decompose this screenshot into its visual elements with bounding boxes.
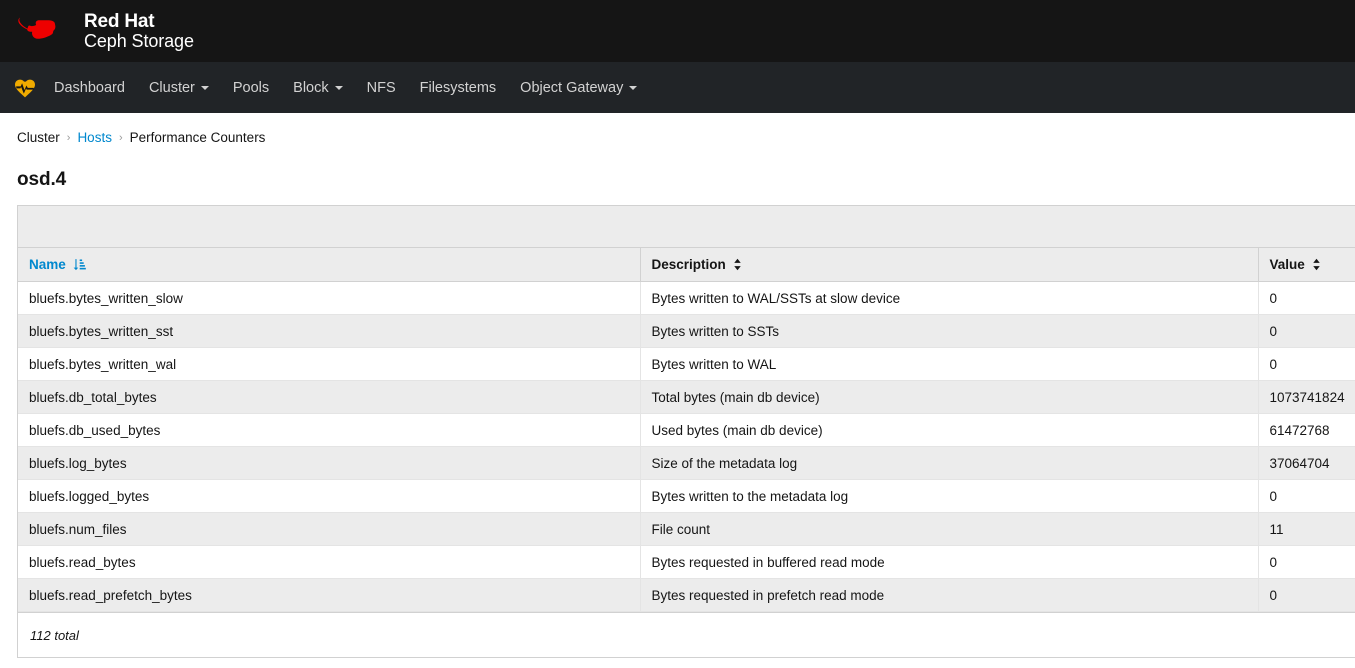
- table-row[interactable]: bluefs.db_total_bytes Total bytes (main d…: [18, 380, 1355, 414]
- nav-label: Dashboard: [54, 79, 125, 96]
- cell-value: 0: [1258, 578, 1355, 612]
- table-head: Name Description Value: [18, 248, 1355, 282]
- column-header-description[interactable]: Description: [640, 248, 1259, 282]
- table-row[interactable]: bluefs.bytes_written_wal Bytes written to…: [18, 347, 1355, 381]
- nav-label: Block: [293, 79, 329, 96]
- cell-description: Total bytes (main db device): [640, 380, 1259, 414]
- cell-description: Bytes requested in buffered read mode: [640, 545, 1259, 579]
- breadcrumb-item-cluster: Cluster: [17, 130, 60, 145]
- cell-name: bluefs.log_bytes: [18, 446, 641, 480]
- table-footer: 112 total: [18, 612, 1355, 658]
- cell-description: File count: [640, 512, 1259, 546]
- chevron-down-icon: [629, 85, 638, 90]
- table-row[interactable]: bluefs.logged_bytes Bytes written to the …: [18, 479, 1355, 513]
- cell-value: 11: [1258, 512, 1355, 546]
- cell-value: 1073741824: [1258, 380, 1355, 414]
- column-header-label: Description: [651, 257, 726, 272]
- total-count-label: 112 total: [30, 627, 79, 643]
- chevron-down-icon: [334, 85, 343, 90]
- cell-name: bluefs.read_prefetch_bytes: [18, 578, 641, 612]
- cell-description: Bytes written to WAL/SSTs at slow device: [640, 281, 1259, 315]
- cell-value: 0: [1258, 347, 1355, 381]
- nav-label: Cluster: [148, 79, 195, 96]
- cell-name: bluefs.logged_bytes: [18, 479, 641, 513]
- column-header-label: Name: [29, 257, 66, 272]
- cell-value: 61472768: [1258, 413, 1355, 447]
- brand-logo[interactable]: Red Hat Ceph Storage: [14, 11, 194, 51]
- cell-description: Bytes requested in prefetch read mode: [640, 578, 1259, 612]
- sort-amount-asc-icon: [73, 259, 86, 271]
- cell-value: 0: [1258, 545, 1355, 579]
- table-row[interactable]: bluefs.db_used_bytes Used bytes (main db …: [18, 413, 1355, 447]
- brand-text: Red Hat Ceph Storage: [84, 10, 194, 51]
- cell-value: 0: [1258, 314, 1355, 348]
- nav-item-pools[interactable]: Pools: [221, 62, 281, 113]
- cell-name: bluefs.db_used_bytes: [18, 413, 641, 447]
- breadcrumb-item-performance-counters: Performance Counters: [129, 130, 266, 145]
- column-header-label: Value: [1269, 257, 1305, 272]
- table-row[interactable]: bluefs.read_prefetch_bytes Bytes requeste…: [18, 578, 1355, 612]
- brand-product-name: Ceph Storage: [84, 30, 194, 51]
- nav-label: Object Gateway: [520, 79, 624, 96]
- cell-name: bluefs.bytes_written_sst: [18, 314, 641, 348]
- table-header-row: Name Description Value: [18, 248, 1355, 282]
- column-header-name[interactable]: Name: [18, 248, 641, 282]
- nav-item-filesystems[interactable]: Filesystems: [408, 62, 509, 113]
- table-row[interactable]: bluefs.num_files File count 11: [18, 512, 1355, 546]
- table-row[interactable]: bluefs.bytes_written_sst Bytes written to…: [18, 314, 1355, 348]
- cell-name: bluefs.read_bytes: [18, 545, 641, 579]
- masthead: Red Hat Ceph Storage: [0, 0, 1355, 62]
- cell-name: bluefs.num_files: [18, 512, 641, 546]
- nav-item-block[interactable]: Block: [281, 62, 354, 113]
- nav-item-nfs[interactable]: NFS: [355, 62, 408, 113]
- nav-label: Filesystems: [419, 79, 497, 96]
- breadcrumb: Cluster › Hosts › Performance Counters: [0, 113, 1355, 145]
- performance-counters-table: Name Description Value bluefs.bytes_writ…: [17, 205, 1355, 658]
- table-row[interactable]: bluefs.bytes_written_slow Bytes written t…: [18, 281, 1355, 315]
- nav-item-dashboard[interactable]: Dashboard: [42, 62, 137, 113]
- nav-label: Pools: [232, 79, 270, 96]
- breadcrumb-separator-icon: ›: [118, 131, 123, 144]
- table-row[interactable]: bluefs.log_bytes Size of the metadata log…: [18, 446, 1355, 480]
- main-navigation: Dashboard Cluster Pools Block NFS Filesy…: [0, 62, 1355, 113]
- cell-description: Bytes written to SSTs: [640, 314, 1259, 348]
- redhat-fedora-logo-icon: [18, 17, 56, 39]
- brand-product-vendor: Red Hat: [84, 10, 155, 32]
- heartbeat-icon[interactable]: [12, 75, 38, 101]
- table-body: bluefs.bytes_written_slow Bytes written t…: [18, 281, 1355, 612]
- data-table: Name Description Value bluefs.bytes_writ…: [18, 248, 1355, 612]
- sort-icon: [734, 258, 741, 271]
- cell-name: bluefs.bytes_written_slow: [18, 281, 641, 315]
- cell-value: 0: [1258, 479, 1355, 513]
- nav-label: NFS: [366, 79, 396, 96]
- cell-value: 0: [1258, 281, 1355, 315]
- nav-item-cluster[interactable]: Cluster: [137, 62, 221, 113]
- cell-name: bluefs.bytes_written_wal: [18, 347, 641, 381]
- cell-value: 37064704: [1258, 446, 1355, 480]
- table-toolbar[interactable]: [18, 206, 1355, 248]
- nav-item-object-gateway[interactable]: Object Gateway: [508, 62, 649, 113]
- cell-description: Bytes written to WAL: [640, 347, 1259, 381]
- sort-icon: [1313, 258, 1320, 271]
- column-header-value[interactable]: Value: [1258, 248, 1355, 282]
- cell-name: bluefs.db_total_bytes: [18, 380, 641, 414]
- cell-description: Bytes written to the metadata log: [640, 479, 1259, 513]
- page-title: osd.4: [17, 169, 67, 190]
- breadcrumb-separator-icon: ›: [66, 131, 71, 144]
- chevron-down-icon: [200, 85, 209, 90]
- breadcrumb-item-hosts[interactable]: Hosts: [77, 130, 112, 145]
- table-row[interactable]: bluefs.read_bytes Bytes requested in buff…: [18, 545, 1355, 579]
- cell-description: Used bytes (main db device): [640, 413, 1259, 447]
- cell-description: Size of the metadata log: [640, 446, 1259, 480]
